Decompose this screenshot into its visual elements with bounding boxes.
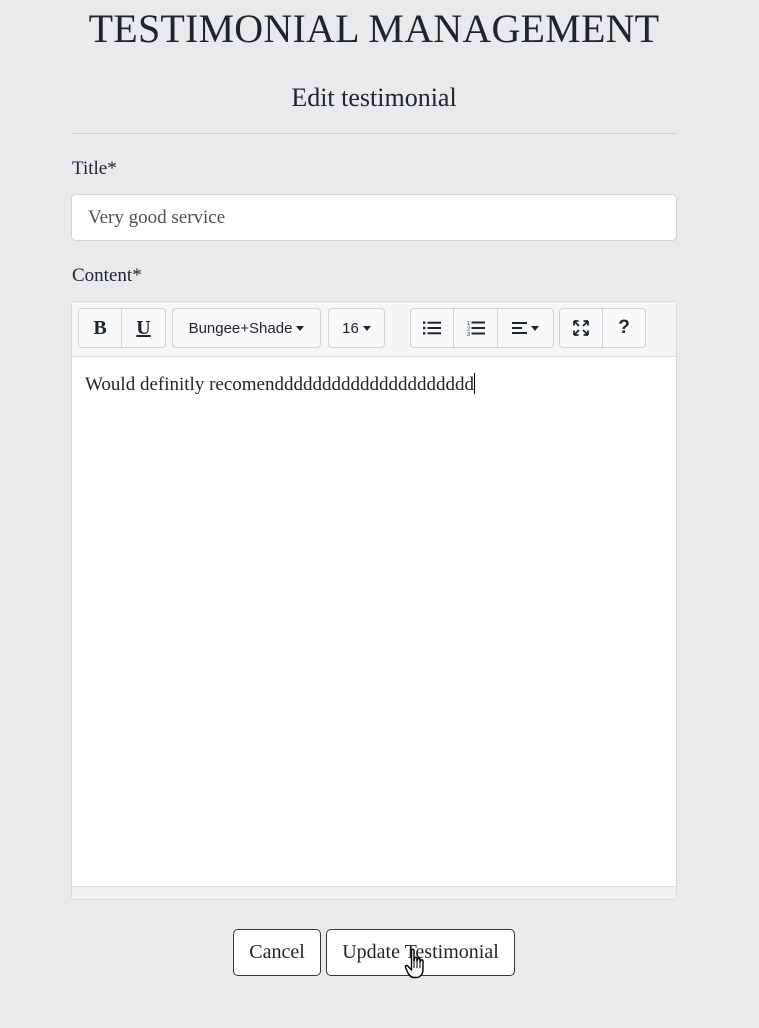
rich-text-editor: B U Bungee+Shade 16 1 2 3 ? Would defini…: [71, 301, 677, 900]
font-family-dropdown[interactable]: Bungee+Shade: [172, 308, 321, 348]
chevron-down-icon: [531, 325, 539, 331]
font-style-group: B U: [78, 308, 166, 348]
page-title: TESTIMONIAL MANAGEMENT: [88, 6, 660, 51]
page-subtitle: Edit testimonial: [291, 83, 457, 112]
text-cursor: [473, 373, 475, 394]
bold-icon: B: [93, 316, 107, 339]
font-family-group: Bungee+Shade: [172, 308, 321, 348]
align-dropdown[interactable]: [498, 308, 554, 348]
underline-button[interactable]: U: [122, 308, 166, 348]
cancel-button[interactable]: Cancel: [233, 929, 321, 976]
fullscreen-button[interactable]: [559, 308, 603, 348]
editor-content-area[interactable]: Would definitly recomenddddddddddddddddd…: [72, 357, 676, 887]
unordered-list-icon: [423, 321, 441, 335]
fullscreen-icon: [573, 320, 589, 336]
ordered-list-icon: 1 2 3: [467, 321, 485, 336]
help-icon: ?: [618, 317, 630, 338]
chevron-down-icon: [362, 325, 371, 331]
editor-content-text: Would definitly recomenddddddddddddddddd…: [85, 374, 474, 395]
editor-toolbar: B U Bungee+Shade 16 1 2 3 ?: [72, 302, 676, 357]
hand-pointer-icon: [404, 948, 424, 979]
align-left-icon: [512, 322, 527, 334]
title-input[interactable]: [71, 194, 677, 241]
font-family-value: Bungee+Shade: [188, 319, 293, 337]
ordered-list-button[interactable]: 1 2 3: [454, 308, 498, 348]
bold-button[interactable]: B: [78, 308, 122, 348]
view-group: ?: [559, 308, 646, 348]
header-divider: [71, 133, 677, 134]
unordered-list-button[interactable]: [410, 308, 454, 348]
content-label: Content*: [72, 265, 142, 286]
underline-icon: U: [136, 316, 151, 339]
svg-text:3: 3: [467, 332, 470, 336]
chevron-down-icon: [296, 325, 305, 331]
font-size-value: 16: [342, 319, 359, 337]
help-button[interactable]: ?: [603, 308, 646, 348]
font-size-group: 16: [328, 308, 385, 348]
title-label: Title*: [72, 158, 117, 179]
paragraph-group: 1 2 3: [410, 308, 554, 348]
font-size-dropdown[interactable]: 16: [328, 308, 385, 348]
editor-resize-bar[interactable]: [72, 886, 676, 899]
